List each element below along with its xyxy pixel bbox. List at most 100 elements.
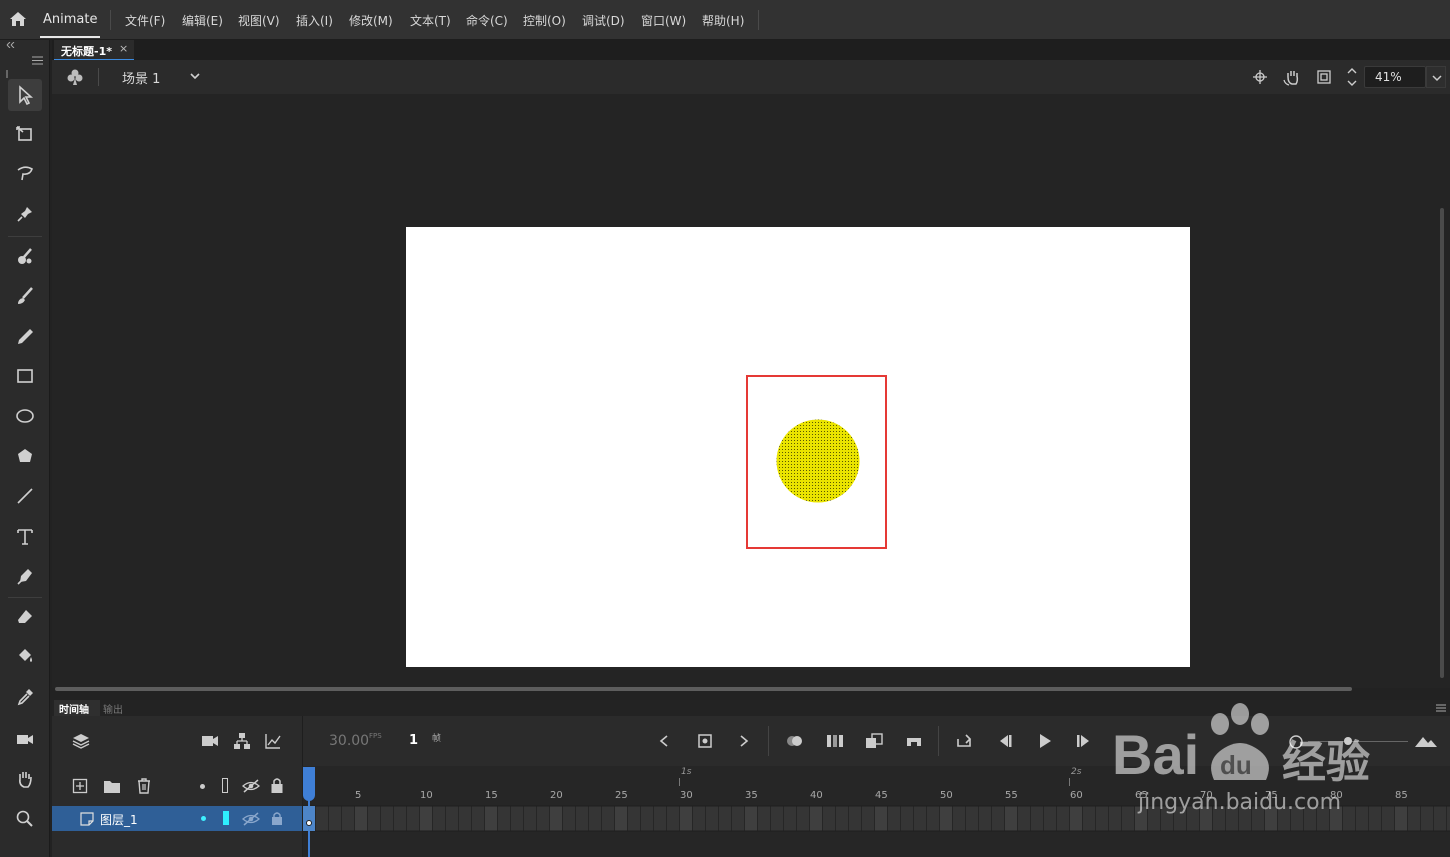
swap-frames-icon[interactable] xyxy=(865,733,883,749)
menu-text[interactable]: 文本(T) xyxy=(410,12,451,29)
document-tab[interactable]: 无标题-1* × xyxy=(54,40,134,60)
hand-tool[interactable] xyxy=(8,763,42,795)
prev-keyframe-icon[interactable] xyxy=(658,734,670,748)
step-back-icon[interactable] xyxy=(996,734,1014,748)
current-frame[interactable]: 1 xyxy=(409,733,418,748)
layer-type-icon xyxy=(80,812,94,826)
brush-tool[interactable] xyxy=(8,280,42,312)
app-name[interactable]: Animate xyxy=(43,12,97,27)
play-icon[interactable] xyxy=(1037,733,1053,749)
line-tool[interactable] xyxy=(8,480,42,512)
keyframe-cell[interactable] xyxy=(303,806,315,831)
vertical-scrollbar[interactable] xyxy=(1440,208,1444,678)
fps-value[interactable]: 30.00 xyxy=(329,733,369,749)
menu-edit[interactable]: 编辑(E) xyxy=(182,12,223,29)
hide-layers-icon[interactable] xyxy=(242,778,260,794)
zoom-stepper-icon[interactable] xyxy=(1346,66,1358,88)
camera-tool[interactable] xyxy=(8,723,42,755)
frame-zoom-slider[interactable] xyxy=(1308,741,1408,742)
insert-keyframe-icon[interactable] xyxy=(697,733,713,749)
pin-icon xyxy=(17,207,32,222)
layer-highlight-dot[interactable] xyxy=(201,816,206,821)
layer-lock-icon[interactable] xyxy=(271,811,283,826)
lasso-icon xyxy=(17,166,33,181)
zoom-dropdown[interactable] xyxy=(1426,66,1446,88)
loop-icon[interactable] xyxy=(955,733,975,749)
edit-multiple-frames-icon[interactable] xyxy=(826,733,844,749)
add-layer-icon[interactable] xyxy=(72,778,88,794)
pin-tool[interactable] xyxy=(8,198,42,230)
paint-brush-tool[interactable] xyxy=(8,240,42,272)
panel-menu-icon[interactable] xyxy=(32,56,43,65)
frame-number: 45 xyxy=(875,790,888,801)
home-icon[interactable] xyxy=(8,10,28,28)
menu-commands[interactable]: 命令(C) xyxy=(466,12,508,29)
frame-zoom-slider-thumb[interactable] xyxy=(1344,737,1352,745)
pen-tool[interactable] xyxy=(8,560,42,592)
rectangle-tool[interactable] xyxy=(8,360,42,392)
frame-number: 40 xyxy=(810,790,823,801)
zoom-input[interactable]: 41% xyxy=(1364,66,1426,88)
zoom-value: 41% xyxy=(1375,70,1402,84)
menu-divider xyxy=(110,10,111,30)
layer-visibility-icon[interactable] xyxy=(242,811,260,827)
menu-file[interactable]: 文件(F) xyxy=(125,12,165,29)
camera-icon xyxy=(17,735,33,744)
zoom-tool[interactable] xyxy=(8,803,42,835)
camera-icon[interactable] xyxy=(201,734,219,748)
chevron-down-icon[interactable] xyxy=(189,72,201,80)
menu-modify[interactable]: 修改(M) xyxy=(349,12,393,29)
step-forward-icon[interactable] xyxy=(1075,734,1093,748)
panel-menu-icon[interactable] xyxy=(1436,704,1446,712)
clip-stage-icon[interactable] xyxy=(1316,69,1332,85)
frame-number: 60 xyxy=(1070,790,1083,801)
outline-layers-icon[interactable] xyxy=(222,778,228,793)
paint-bucket-icon xyxy=(19,649,32,662)
menu-insert[interactable]: 插入(I) xyxy=(296,12,333,29)
layer-row[interactable]: 图层_1 xyxy=(52,806,302,831)
layer-outline-color[interactable] xyxy=(223,811,229,825)
paint-bucket-tool[interactable] xyxy=(8,641,42,673)
free-transform-tool[interactable] xyxy=(8,118,42,150)
text-tool[interactable] xyxy=(8,520,42,552)
playhead-handle[interactable] xyxy=(303,767,315,801)
menu-window[interactable]: 窗口(W) xyxy=(641,12,686,29)
polystar-tool[interactable] xyxy=(8,440,42,472)
delete-layer-icon[interactable] xyxy=(136,777,152,795)
center-stage-icon[interactable] xyxy=(1252,69,1268,85)
controls-divider xyxy=(768,726,769,756)
gripper xyxy=(6,70,8,78)
layers-icon[interactable] xyxy=(71,732,91,750)
next-keyframe-icon[interactable] xyxy=(738,734,750,748)
mountain-icon[interactable] xyxy=(1414,734,1438,748)
menu-control[interactable]: 控制(O) xyxy=(523,12,566,29)
add-folder-icon[interactable] xyxy=(103,778,121,794)
tab-timeline[interactable]: 时间轴 xyxy=(54,700,100,716)
highlight-layers-dot[interactable] xyxy=(200,784,205,789)
eyedropper-tool[interactable] xyxy=(8,681,42,713)
pencil-tool[interactable] xyxy=(8,320,42,352)
scene-club-icon[interactable] xyxy=(66,68,84,86)
close-icon[interactable]: × xyxy=(119,42,128,55)
oval-tool[interactable] xyxy=(8,400,42,432)
parent-layers-icon[interactable] xyxy=(233,732,251,750)
lasso-tool[interactable] xyxy=(8,158,42,190)
frame-grid[interactable] xyxy=(303,766,1450,857)
selection-arrow-icon xyxy=(19,85,34,105)
eraser-tool[interactable] xyxy=(8,601,42,633)
horizontal-scrollbar[interactable] xyxy=(55,687,1352,691)
onion-skin-icon[interactable] xyxy=(785,733,805,749)
menu-help[interactable]: 帮助(H) xyxy=(702,12,744,29)
scene-name[interactable]: 场景 1 xyxy=(122,68,160,87)
tab-output[interactable]: 输出 xyxy=(103,701,123,716)
rotate-stage-icon[interactable] xyxy=(1283,68,1301,86)
selection-tool[interactable] xyxy=(8,79,42,111)
menu-debug[interactable]: 调试(D) xyxy=(582,12,625,29)
zoom-frames-icon[interactable] xyxy=(1288,734,1304,750)
menu-view[interactable]: 视图(V) xyxy=(238,12,280,29)
layer-name[interactable]: 图层_1 xyxy=(100,811,138,828)
clip-frames-icon[interactable] xyxy=(905,734,923,748)
lock-layers-icon[interactable] xyxy=(270,777,284,794)
collapse-panel-icon[interactable] xyxy=(6,42,16,48)
graph-icon[interactable] xyxy=(264,732,282,750)
